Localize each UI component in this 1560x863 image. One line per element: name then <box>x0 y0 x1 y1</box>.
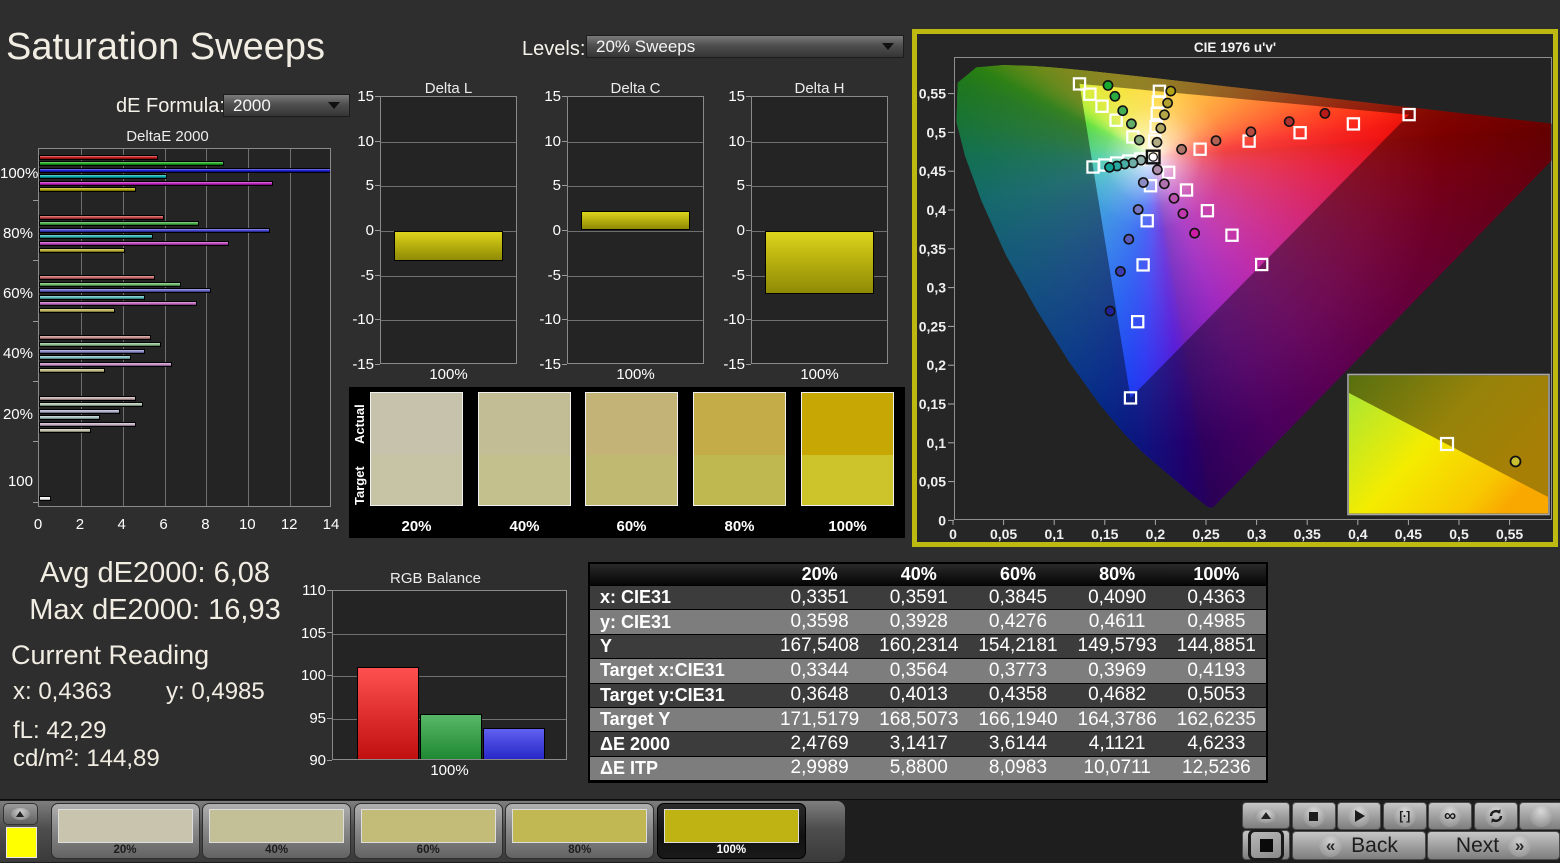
svg-text:0,05: 0,05 <box>990 526 1017 542</box>
svg-text:0: 0 <box>949 526 957 542</box>
svg-text:0,15: 0,15 <box>919 396 946 412</box>
svg-text:0,55: 0,55 <box>1496 526 1523 542</box>
svg-text:0,45: 0,45 <box>1395 526 1422 542</box>
svg-text:CIE 1976 u'v': CIE 1976 u'v' <box>1194 40 1276 55</box>
svg-text:0: 0 <box>938 512 946 528</box>
svg-text:0,15: 0,15 <box>1091 526 1118 542</box>
svg-text:0,35: 0,35 <box>1294 526 1321 542</box>
svg-text:0,55: 0,55 <box>919 86 946 102</box>
svg-text:0,4: 0,4 <box>927 202 947 218</box>
svg-text:0,35: 0,35 <box>919 241 946 257</box>
svg-text:0,1: 0,1 <box>1044 526 1064 542</box>
svg-text:0,05: 0,05 <box>919 474 946 490</box>
svg-text:0,3: 0,3 <box>1247 526 1267 542</box>
svg-text:0,1: 0,1 <box>927 435 947 451</box>
svg-text:0,5: 0,5 <box>927 124 947 140</box>
svg-text:0,25: 0,25 <box>919 318 946 334</box>
svg-text:0,25: 0,25 <box>1192 526 1219 542</box>
svg-text:0,2: 0,2 <box>1146 526 1166 542</box>
svg-text:0,2: 0,2 <box>927 357 947 373</box>
svg-text:0,5: 0,5 <box>1449 526 1469 542</box>
svg-text:0,45: 0,45 <box>919 163 946 179</box>
svg-text:0,4: 0,4 <box>1348 526 1368 542</box>
svg-text:0,3: 0,3 <box>927 280 947 296</box>
